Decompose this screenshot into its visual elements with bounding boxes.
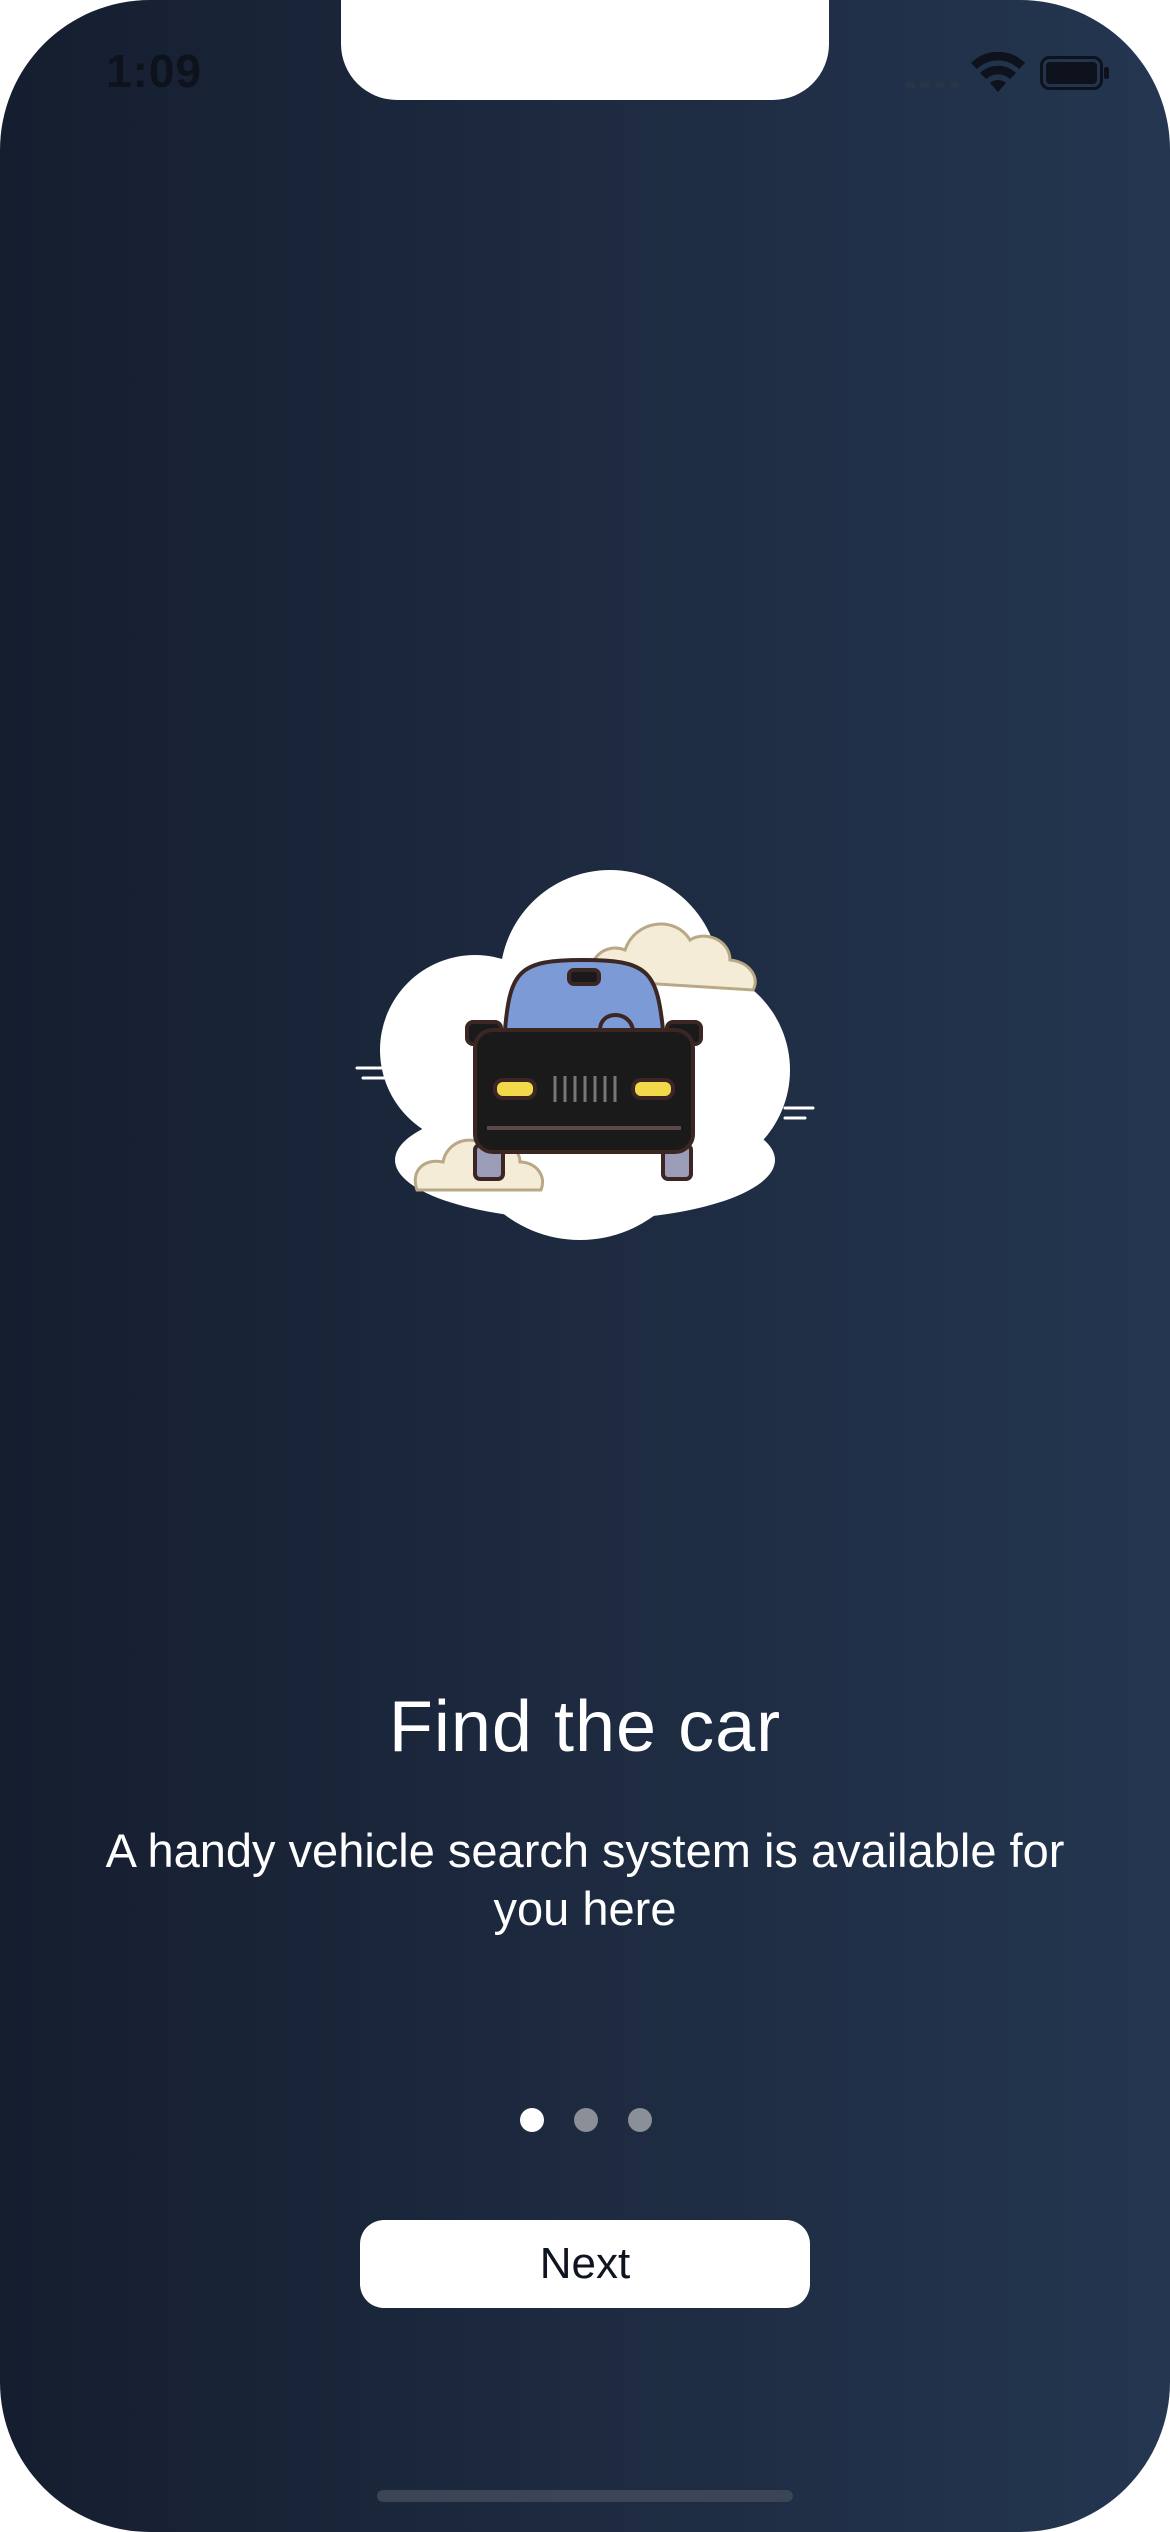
page-dot-3[interactable] [628, 2108, 652, 2132]
wifi-icon [971, 52, 1025, 92]
battery-icon [1040, 56, 1109, 90]
status-time: 1:09 [106, 45, 203, 97]
onboarding-title: Find the car [388, 1687, 782, 1767]
page-dot-2[interactable] [574, 2108, 598, 2132]
home-indicator[interactable] [377, 2490, 793, 2502]
onboarding-screen: 1:09 Find the car A handy vehicle search… [0, 0, 1170, 2532]
page-dot-1[interactable] [520, 2108, 544, 2132]
onboarding-description: A handy vehicle search system is availab… [105, 1824, 1065, 1935]
car-in-cloud-illustration [355, 870, 815, 1240]
device-notch [341, 0, 829, 100]
next-button[interactable]: Next [360, 2220, 810, 2308]
cellular-signal-icon [905, 82, 959, 88]
page-indicator [520, 2108, 660, 2132]
